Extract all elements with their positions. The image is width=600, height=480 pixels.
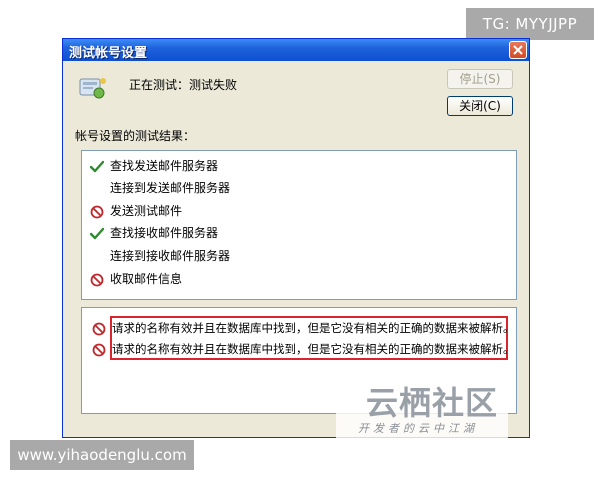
check-icon [90, 227, 104, 240]
error-item-message: 请求的名称有效并且在数据库中找到，但是它没有相关的正确的数据来被解析。 [112, 342, 515, 356]
result-item-label: 查找接收邮件服务器 [110, 226, 219, 240]
prohibited-icon [90, 273, 104, 287]
logo-watermark-main: 云栖社区 [366, 384, 499, 422]
stop-button[interactable]: 停止(S) [447, 69, 513, 89]
close-x-icon [513, 45, 523, 55]
result-item-label: 查找发送邮件服务器 [110, 159, 219, 173]
page: TG: MYYJJPP 测试帐号设置 正在测试：测试失败 停止(S) 关闭(C)… [0, 0, 600, 480]
check-icon [90, 160, 104, 173]
result-item-label: 连接到接收邮件服务器 [110, 249, 231, 263]
result-item-label: 连接到发送邮件服务器 [110, 181, 231, 195]
results-list: 查找发送邮件服务器 连接到发送邮件服务器 发送测试邮件 查找接收邮件服务器 连接… [81, 150, 517, 300]
mail-test-icon [79, 78, 106, 99]
title-bar[interactable]: 测试帐号设置 [63, 39, 529, 61]
prohibited-icon [92, 343, 106, 357]
site-watermark-label: www.yihaodenglu.com [10, 440, 194, 470]
close-button[interactable]: 关闭(C) [447, 96, 513, 116]
result-item-label: 发送测试邮件 [110, 204, 183, 218]
logo-watermark-sub: 开发者的云中江湖 [358, 422, 478, 435]
logo-watermark: 云栖社区 开发者的云中江湖 [336, 376, 508, 440]
test-status-text: 正在测试：测试失败 [129, 78, 238, 92]
error-item-message: 请求的名称有效并且在数据库中找到，但是它没有相关的正确的数据来被解析。 [112, 321, 515, 335]
prohibited-icon [90, 205, 104, 219]
results-heading: 帐号设置的测试结果： [75, 129, 196, 143]
result-item-label: 收取邮件信息 [110, 272, 183, 286]
prohibited-icon [92, 322, 106, 336]
tg-watermark-label: TG: MYYJJPP [466, 8, 594, 40]
window-close-button[interactable] [509, 41, 527, 59]
window-title: 测试帐号设置 [69, 46, 148, 61]
